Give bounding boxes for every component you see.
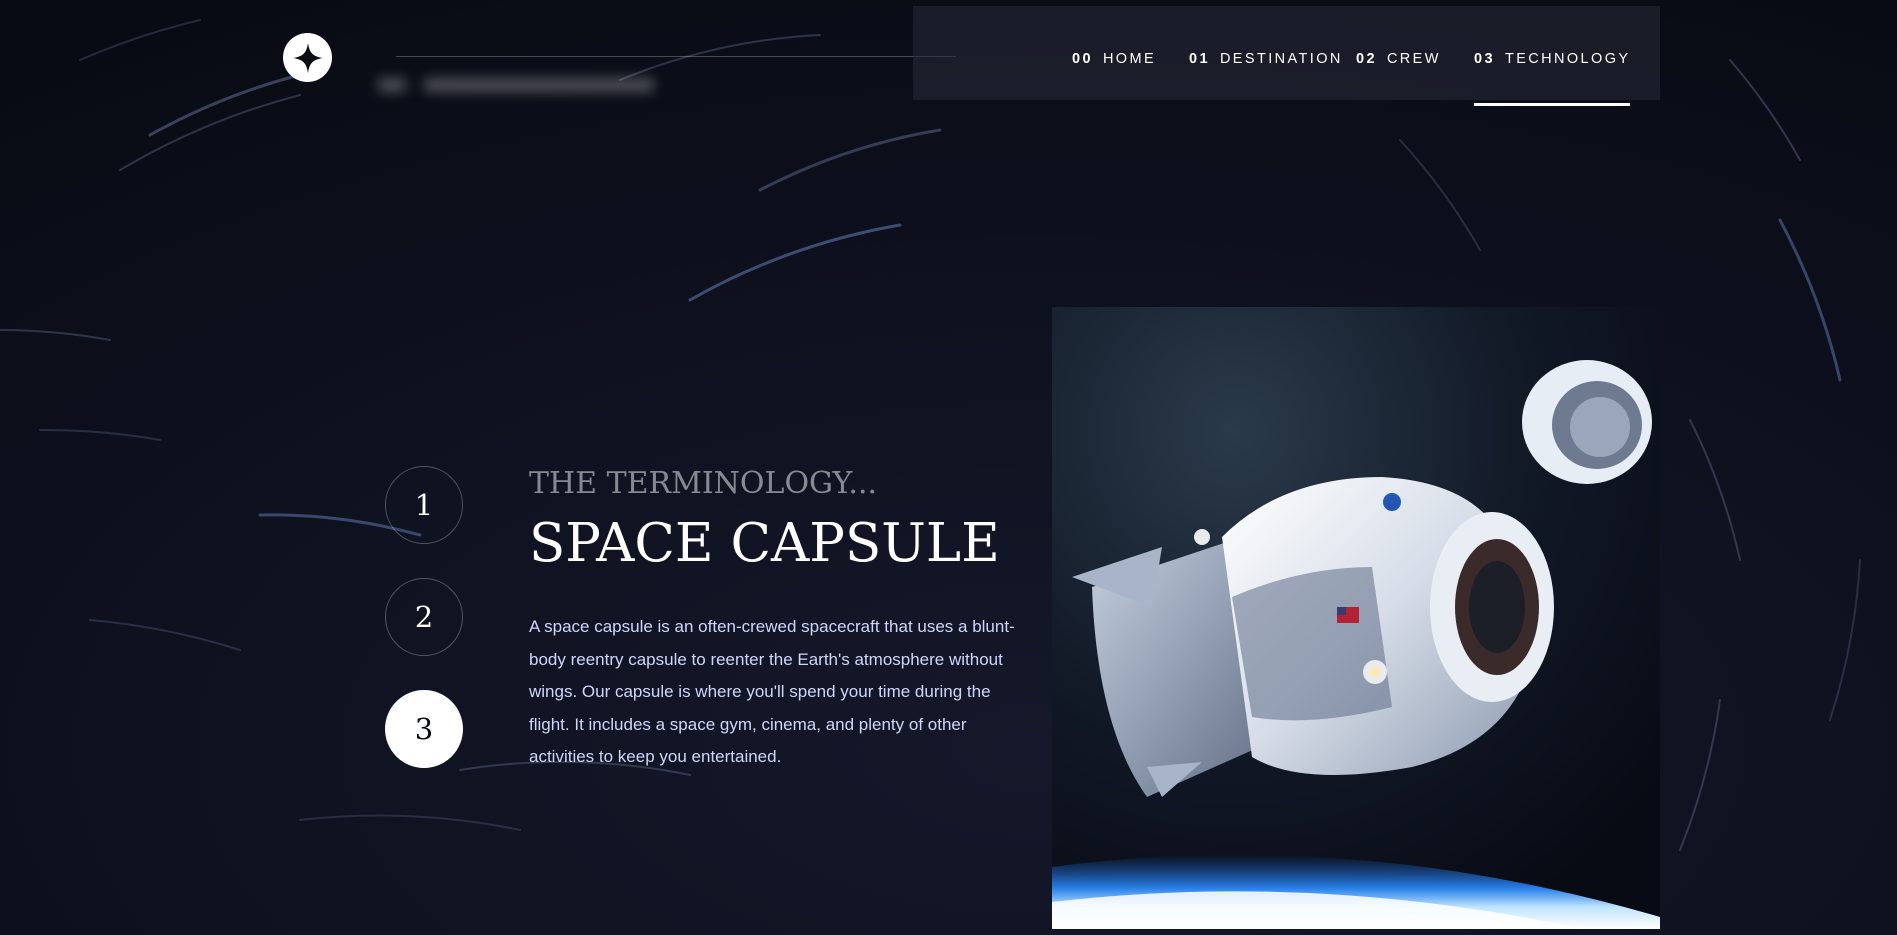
technology-description: A space capsule is an often-crewed space… [529,617,1015,766]
nav-item-number: 01 [1189,51,1210,67]
nav-item-label: DESTINATION [1219,51,1343,67]
space-capsule-image [1052,307,1660,929]
header-divider [396,56,956,57]
step-number: 3 [414,712,434,746]
star-icon [292,42,323,73]
step-button-1[interactable]: 1 [385,466,463,544]
nav-item-number: 00 [1072,51,1093,67]
step-button-3[interactable]: 3 [385,690,463,768]
nav-item-home[interactable]: 00 HOME [1072,51,1156,67]
nav-item-label: CREW [1386,51,1441,67]
nav-item-technology[interactable]: 03 TECHNOLOGY [1474,51,1631,106]
nav-item-crew[interactable]: 02 CREW [1356,51,1441,67]
nav-item-number: 02 [1356,51,1377,67]
step-number: 1 [414,488,434,522]
nav-item-destination[interactable]: 01 DESTINATION [1189,51,1343,67]
blurred-header-text [378,72,678,98]
nav-item-label: HOME [1102,51,1157,67]
step-number: 2 [414,600,434,634]
main-navigation: 00 HOME 01 DESTINATION 02 CREW 03 TECHNOLOGY [913,6,1660,106]
technology-title: SPACE CAPSULE [529,513,1000,574]
nav-item-number: 03 [1474,51,1495,67]
step-button-2[interactable]: 2 [385,578,463,656]
nav-item-label: TECHNOLOGY [1504,51,1631,67]
terminology-eyebrow: THE TERMINOLOGY... [529,466,878,501]
logo[interactable] [283,33,332,82]
